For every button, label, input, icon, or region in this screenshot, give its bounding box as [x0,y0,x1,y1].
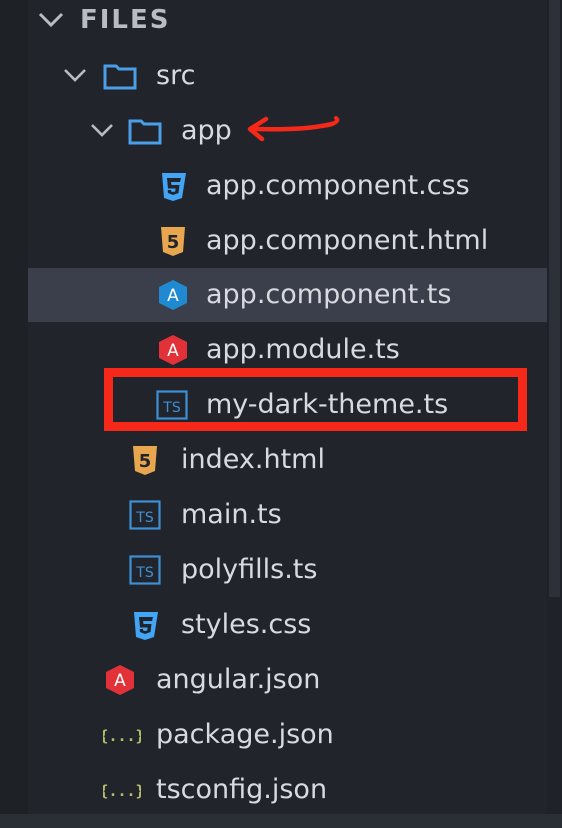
typescript-file-icon: TS [128,499,162,531]
file-explorer-panel: FILES src app app.component.css 5 app.co… [0,0,562,828]
tree-item-label: app.module.ts [206,334,400,365]
tree-item-polyfills-ts[interactable]: TS polyfills.ts [28,543,547,597]
tree-item-label: index.html [181,444,325,475]
tree-item-label: styles.css [181,609,312,640]
svg-text:{...}: {...} [103,727,141,745]
left-gutter [0,0,28,828]
svg-text:5: 5 [167,232,180,253]
typescript-file-icon: TS [128,554,162,586]
tree-item-label: main.ts [181,499,282,530]
tree-item-package-json[interactable]: {...} package.json [28,708,547,762]
tree-item-label: app.component.css [206,170,470,201]
scrollbar-thumb[interactable] [549,0,560,597]
tree-item-label: app [181,115,232,146]
chevron-down-icon [61,65,89,87]
svg-text:A: A [167,341,179,361]
tree-item-app-component-css[interactable]: app.component.css [28,159,547,213]
section-title: FILES [80,5,171,35]
tree-item-label: src [156,60,196,91]
html5-file-icon: 5 [128,444,162,476]
chevron-down-icon [36,8,66,32]
chevron-down-icon [88,120,116,142]
tree-item-src-folder[interactable]: src [28,49,547,103]
svg-text:{...}: {...} [103,782,141,800]
tree-item-styles-css[interactable]: styles.css [28,598,547,652]
tree-item-label: app.component.html [206,225,489,256]
tree-item-label: app.component.ts [206,279,452,310]
json-file-icon: {...} [103,719,141,751]
tree-item-label: angular.json [156,664,321,695]
css-file-icon [128,609,162,641]
tree-item-label: package.json [156,719,334,750]
tree-item-angular-json[interactable]: A angular.json [28,653,547,707]
svg-text:TS: TS [135,565,154,581]
angular-icon: A [156,334,190,366]
json-file-icon: {...} [103,774,141,806]
svg-text:A: A [167,286,179,306]
angular-icon: A [103,664,137,696]
tree-item-label: polyfills.ts [181,554,318,585]
svg-text:5: 5 [139,451,152,472]
tree-item-app-component-html[interactable]: 5 app.component.html [28,214,547,268]
angular-component-icon: A [156,279,190,311]
folder-icon [128,115,162,147]
svg-text:A: A [114,671,126,691]
tree-item-app-component-ts[interactable]: A app.component.ts [28,268,547,322]
html5-file-icon: 5 [156,225,190,257]
folder-icon [103,60,137,92]
arrow-annotation-icon [240,106,350,154]
svg-text:TS: TS [135,510,154,526]
highlight-box-annotation [104,368,527,431]
tree-item-label: tsconfig.json [156,774,328,805]
tree-item-index-html[interactable]: 5 index.html [28,433,547,487]
files-section-header[interactable]: FILES [0,0,547,40]
css-file-icon [156,170,190,202]
tree-item-main-ts[interactable]: TS main.ts [28,488,547,542]
tree-item-tsconfig-json[interactable]: {...} tsconfig.json [28,763,547,817]
